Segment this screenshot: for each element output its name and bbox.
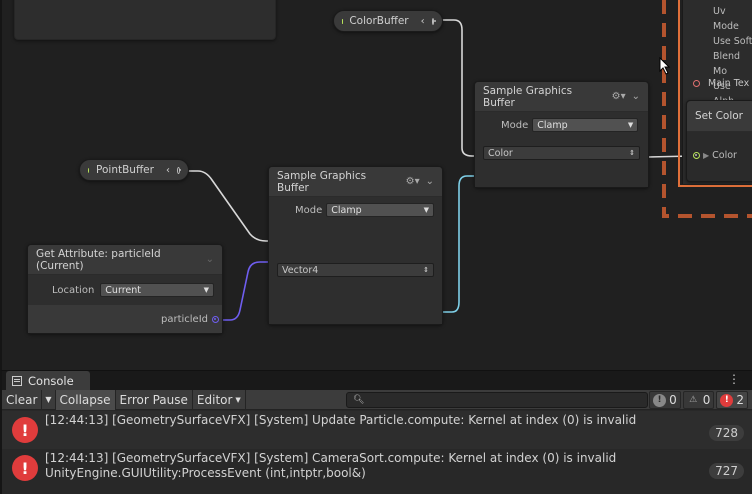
caret-down-icon: ▼ bbox=[45, 395, 52, 404]
warning-icon: ⚠ bbox=[689, 395, 698, 405]
warning-filter-toggle[interactable]: ⚠ 0 bbox=[682, 391, 715, 409]
context-setting: Use Soft bbox=[713, 36, 752, 47]
mode-label: Mode bbox=[295, 204, 323, 216]
log-count-badge: 728 bbox=[709, 425, 744, 441]
location-label: Location bbox=[52, 284, 95, 296]
error-icon: ! bbox=[720, 393, 734, 407]
mode-label: Mode bbox=[501, 119, 529, 131]
caret-down-icon: ▼ bbox=[235, 395, 241, 404]
location-dropdown[interactable]: Current ▼ bbox=[100, 283, 214, 297]
sample-graphics-buffer-node-top[interactable]: Sample Graphics Buffer ⚙▾ ⌄ Mode Clamp ▼ … bbox=[474, 81, 649, 188]
gear-icon[interactable]: ⚙▾ bbox=[406, 176, 420, 187]
chevron-down-icon[interactable]: ⌄ bbox=[426, 176, 434, 187]
error-icon: ! bbox=[12, 455, 38, 481]
error-pause-toggle[interactable]: Error Pause bbox=[116, 389, 193, 410]
more-options-icon[interactable]: ⋮ bbox=[728, 372, 740, 386]
node-title: Sample Graphics Buffer bbox=[483, 84, 573, 109]
log-message: [12:44:13] [GeometrySurfaceVFX] [System]… bbox=[45, 413, 637, 427]
main-texture-label: Main Tex bbox=[708, 78, 750, 89]
blank-panel-node[interactable] bbox=[14, 0, 276, 40]
mouse-cursor-icon bbox=[659, 57, 671, 75]
colorbuffer-label: ColorBuffer bbox=[349, 15, 409, 27]
block-title: Set Color bbox=[695, 110, 743, 122]
chevron-down-icon[interactable]: ⌄ bbox=[632, 91, 640, 102]
input-port-icon[interactable] bbox=[693, 151, 700, 159]
log-message: [12:44:13] [GeometrySurfaceVFX] [System]… bbox=[45, 451, 617, 465]
context-setting: Uv Mode bbox=[713, 6, 739, 32]
input-port-icon[interactable] bbox=[693, 80, 700, 87]
context-settings-list: Uv Mode Use Soft Blend Mo Use Alph bbox=[683, 0, 752, 109]
search-icon: 🔍︎ bbox=[353, 395, 365, 405]
log-entry[interactable]: ! [12:44:13] [GeometrySurfaceVFX] [Syste… bbox=[2, 449, 752, 487]
collapse-toggle[interactable]: Collapse bbox=[55, 389, 116, 410]
log-message-line2: UnityEngine.GUIUtility:ProcessEvent (int… bbox=[45, 466, 366, 480]
output-port-icon[interactable] bbox=[212, 315, 219, 323]
gear-icon[interactable]: ⚙▾ bbox=[612, 91, 626, 102]
property-dot-icon bbox=[88, 167, 90, 173]
wire-pointbuffer-to-sample bbox=[185, 170, 268, 242]
info-icon: ! bbox=[653, 393, 667, 407]
output-port-icon[interactable] bbox=[176, 166, 181, 174]
pointbuffer-label: PointBuffer bbox=[96, 164, 154, 176]
wire-colorbuffer-to-sample bbox=[438, 19, 474, 157]
search-input[interactable]: 🔍︎ bbox=[346, 392, 648, 408]
clear-button[interactable]: Clear bbox=[2, 389, 43, 410]
output-port-icon[interactable] bbox=[431, 17, 437, 25]
editor-dropdown[interactable]: Editor ▼ bbox=[193, 389, 246, 410]
context-setting: Blend Mo bbox=[713, 51, 741, 77]
wire-vector4-to-color bbox=[443, 175, 474, 313]
log-count-badge: 727 bbox=[709, 463, 744, 479]
collapse-arrow-icon[interactable]: ‹ bbox=[421, 16, 425, 27]
pointbuffer-property-node[interactable]: PointBuffer ‹ bbox=[79, 159, 189, 181]
play-arrow-icon: ▶ bbox=[703, 150, 710, 160]
set-color-block[interactable]: Set Color ▶ Color bbox=[686, 100, 752, 182]
vfx-graph-canvas[interactable]: ColorBuffer ‹ PointBuffer ‹ Sample Graph… bbox=[0, 0, 752, 370]
log-entry[interactable]: ! [12:44:13] [GeometrySurfaceVFX] [Syste… bbox=[2, 411, 752, 449]
particleid-output-label: particleId bbox=[160, 313, 208, 325]
info-filter-toggle[interactable]: ! 0 bbox=[649, 391, 681, 409]
mode-dropdown[interactable]: Clamp ▼ bbox=[532, 118, 639, 132]
wire-particleid-to-sample bbox=[220, 261, 268, 321]
get-attribute-node[interactable]: Get Attribute: particleId (Current) ⌄ Lo… bbox=[27, 244, 223, 334]
collapse-arrow-icon[interactable]: ‹ bbox=[166, 165, 170, 176]
console-icon bbox=[12, 375, 22, 386]
error-filter-toggle[interactable]: ! 2 bbox=[716, 391, 748, 409]
chevron-down-icon[interactable]: ⌄ bbox=[206, 254, 214, 265]
colorbuffer-property-node[interactable]: ColorBuffer ‹ bbox=[333, 10, 443, 32]
console-panel: Console ⋮ Clear ▼ Collapse Error Pause E… bbox=[0, 370, 752, 494]
type-dropdown[interactable]: Color ⇕ bbox=[483, 146, 640, 160]
color-port-label: Color bbox=[712, 149, 737, 161]
node-title: Get Attribute: particleId (Current) bbox=[36, 247, 161, 272]
sample-graphics-buffer-node-mid[interactable]: Sample Graphics Buffer ⚙▾ ⌄ Mode Clamp ▼ … bbox=[268, 166, 443, 325]
error-icon: ! bbox=[12, 417, 38, 443]
mode-dropdown[interactable]: Clamp ▼ bbox=[326, 203, 434, 217]
node-title: Sample Graphics Buffer bbox=[277, 169, 367, 194]
clear-options-dropdown[interactable]: ▼ bbox=[42, 389, 56, 410]
tab-console[interactable]: Console bbox=[6, 371, 90, 390]
type-dropdown[interactable]: Vector4 ⇕ bbox=[277, 263, 434, 277]
